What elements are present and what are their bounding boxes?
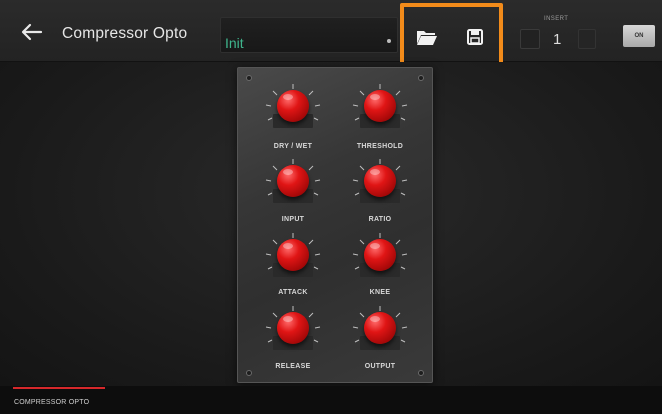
arrow-left-icon xyxy=(21,23,43,41)
knee-knob[interactable] xyxy=(350,233,410,289)
ratio-knob[interactable] xyxy=(350,159,410,215)
compressor-panel: DRY / WET THRESHOLD INPUT RATIO ATTACK K… xyxy=(237,67,433,383)
release-label: RELEASE xyxy=(275,363,311,370)
knob-cap xyxy=(364,312,396,344)
input-knob[interactable] xyxy=(263,159,323,215)
bottom-tab-bar: COMPRESSOR OPTO xyxy=(0,386,662,414)
output-knob[interactable] xyxy=(350,306,410,362)
threshold-knob[interactable] xyxy=(350,84,410,140)
insert-next-button[interactable] xyxy=(578,29,596,49)
threshold-label: THRESHOLD xyxy=(356,143,404,150)
preset-select[interactable]: Init xyxy=(220,17,398,53)
ratio-label: RATIO xyxy=(368,216,392,223)
folder-icon xyxy=(417,31,437,45)
on-toggle-button[interactable]: ON xyxy=(623,25,655,47)
knob-cap xyxy=(277,239,309,271)
screw-icon xyxy=(246,370,252,376)
screw-icon xyxy=(418,370,424,376)
tab-compressor-opto[interactable]: COMPRESSOR OPTO xyxy=(14,399,89,406)
release-knob[interactable] xyxy=(263,306,323,362)
insert-number: 1 xyxy=(553,31,562,48)
knob-cap xyxy=(277,312,309,344)
plugin-title: Compressor Opto xyxy=(62,25,188,42)
knob-cap xyxy=(364,239,396,271)
knob-cap xyxy=(364,90,396,122)
save-icon xyxy=(467,29,483,45)
knob-cap xyxy=(364,165,396,197)
back-button[interactable] xyxy=(18,18,46,46)
load-preset-button[interactable] xyxy=(416,28,438,46)
screw-icon xyxy=(418,75,424,81)
dry-wet-knob[interactable] xyxy=(263,84,323,140)
save-preset-button[interactable] xyxy=(466,28,484,46)
attack-label: ATTACK xyxy=(278,289,308,296)
top-bar: Compressor Opto Init INSERT 1 ON xyxy=(0,0,662,68)
active-tab-indicator xyxy=(13,387,105,389)
dry-wet-label: DRY / WET xyxy=(273,143,313,150)
knob-cap xyxy=(277,165,309,197)
insert-label: INSERT xyxy=(544,16,569,22)
output-label: OUTPUT xyxy=(364,363,396,370)
insert-prev-button[interactable] xyxy=(520,29,540,49)
input-label: INPUT xyxy=(281,216,305,223)
knob-cap xyxy=(277,90,309,122)
attack-knob[interactable] xyxy=(263,233,323,289)
preset-value: Init xyxy=(225,35,244,51)
dropdown-icon xyxy=(387,39,391,43)
knee-label: KNEE xyxy=(369,289,391,296)
screw-icon xyxy=(246,75,252,81)
